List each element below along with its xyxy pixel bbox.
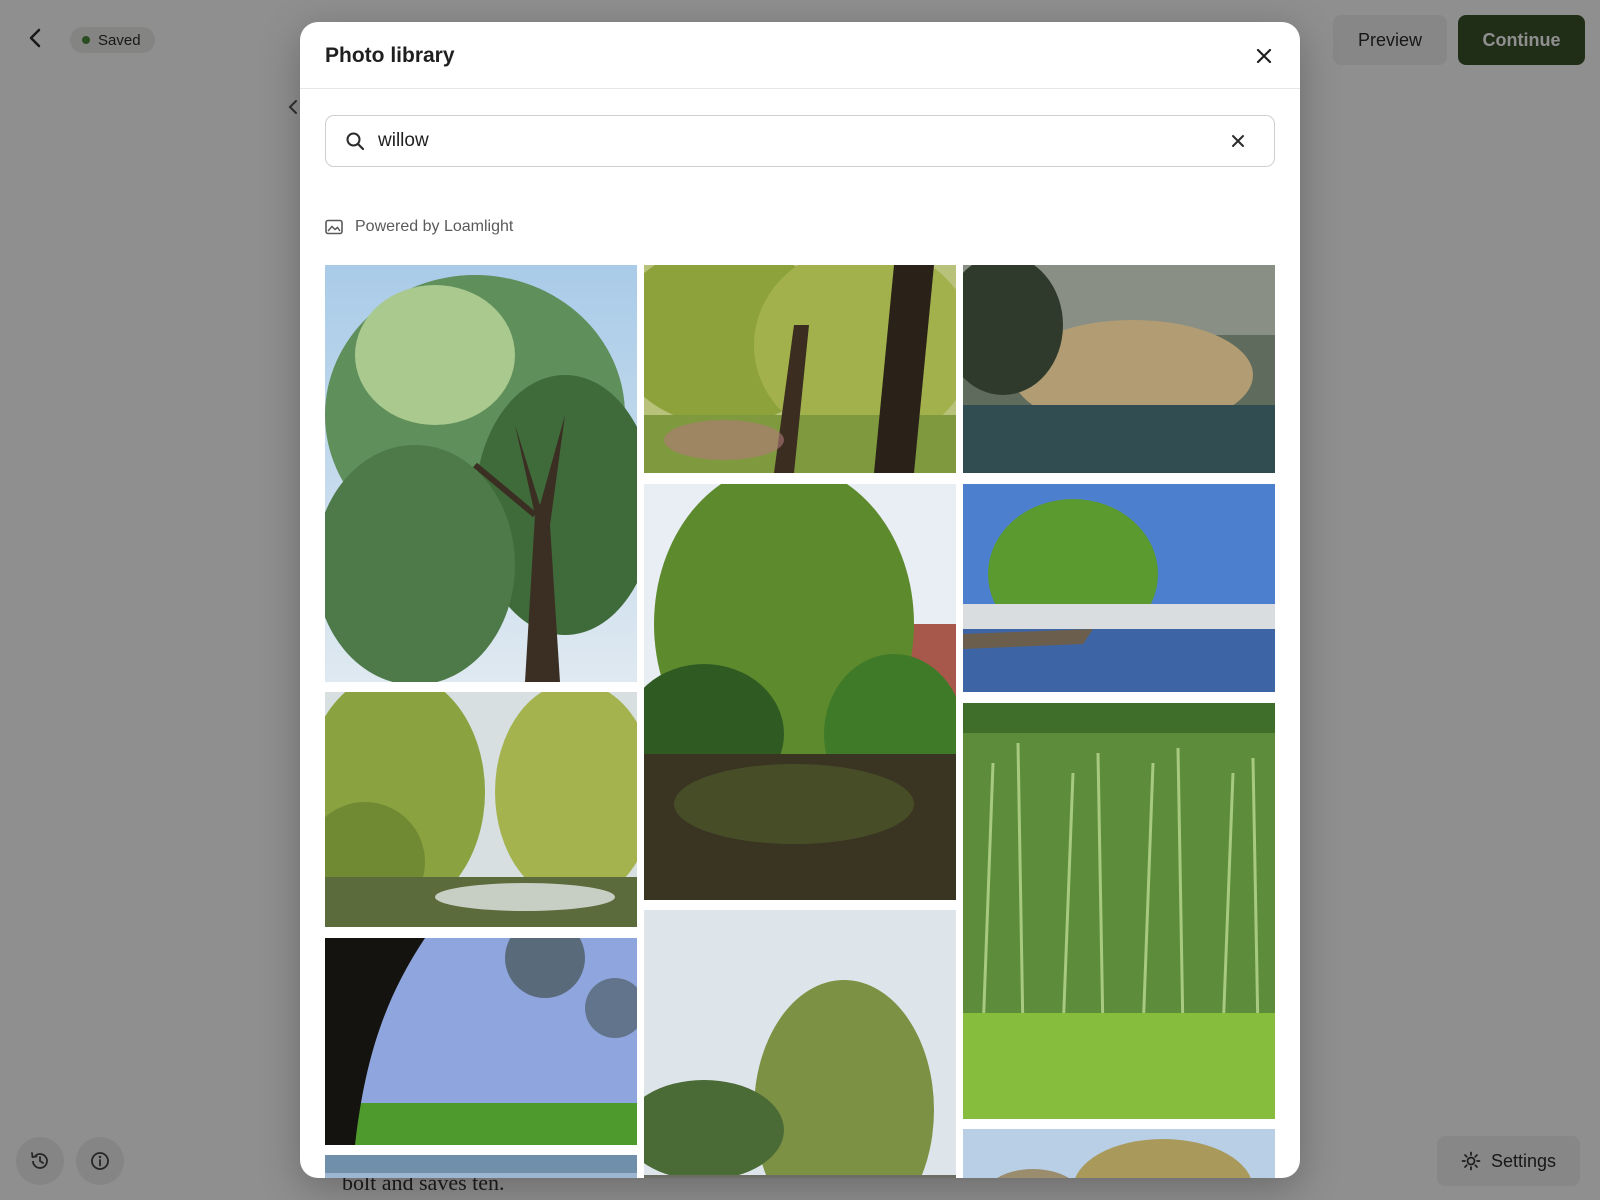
search-input[interactable] (378, 130, 1218, 152)
attribution: Powered by Loamlight (325, 218, 513, 236)
photo-tile[interactable] (963, 484, 1275, 692)
close-icon (1232, 135, 1244, 147)
photo-library-dialog: Photo library Powered by Loamlight (300, 22, 1300, 1178)
photo-tile[interactable] (963, 1129, 1275, 1178)
search-field (325, 115, 1275, 167)
image-icon (325, 219, 343, 235)
dialog-header: Photo library (300, 22, 1300, 89)
photo-tile[interactable] (963, 265, 1275, 473)
search-icon (344, 130, 366, 152)
photo-branch-over-water (325, 938, 637, 1145)
photo-grid (325, 242, 1275, 1178)
photo-pampas-grass-pond (963, 265, 1275, 473)
photo-willow-park-trunks (644, 265, 956, 473)
photo-willow-tree-park (644, 910, 956, 1178)
photo-willows-over-river (325, 692, 637, 927)
photo-tile[interactable] (644, 265, 956, 473)
photo-tile[interactable] (325, 1155, 637, 1178)
clear-search-button[interactable] (1226, 129, 1250, 153)
photo-tile[interactable] (644, 910, 956, 1178)
photo-willow-lake-blue-sky (963, 484, 1275, 692)
photo-tile[interactable] (325, 692, 637, 927)
photo-tile[interactable] (325, 265, 637, 682)
photo-reeds-water (325, 1155, 637, 1178)
photo-cattails-green-pond (963, 703, 1275, 1119)
photo-tile[interactable] (325, 938, 637, 1145)
photo-willows-sky-partial (963, 1129, 1275, 1178)
close-button[interactable] (1250, 42, 1278, 70)
photo-tile[interactable] (963, 703, 1275, 1119)
powered-by-label: Powered by Loamlight (355, 218, 514, 235)
photo-tile[interactable] (644, 484, 956, 900)
dialog-title: Photo library (325, 44, 455, 67)
photo-willow-lakeside-town (644, 484, 956, 900)
photo-willow-canopy-sky (325, 265, 637, 682)
close-icon (1256, 48, 1272, 64)
